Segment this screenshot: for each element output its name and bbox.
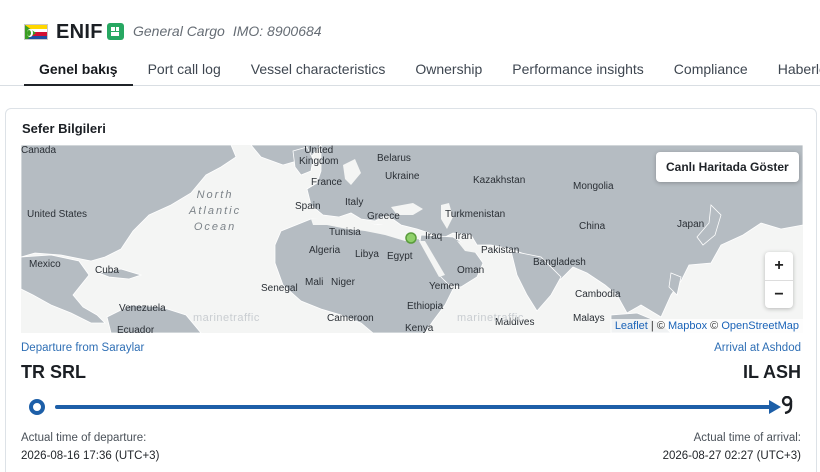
map-label-libya: Libya bbox=[355, 249, 379, 260]
map-label-cameroon: Cameroon bbox=[327, 313, 374, 324]
progress-arrow-icon bbox=[769, 400, 781, 414]
map-label-iraq: Iraq bbox=[425, 231, 443, 242]
map-label-bangladesh: Bangladesh bbox=[533, 257, 586, 268]
map-label-united-kingdom: United Kingdom bbox=[299, 145, 339, 167]
map-label-china: China bbox=[579, 221, 606, 232]
map-label-greece: Greece bbox=[367, 211, 400, 222]
vessel-header: ENIF General Cargo IMO: 8900684 Genel bak… bbox=[0, 0, 820, 86]
map-attribution: Leaflet | © Mapbox © OpenStreetMap bbox=[610, 319, 803, 333]
tab-compliance[interactable]: Compliance bbox=[659, 53, 763, 86]
tab-ownership[interactable]: Ownership bbox=[400, 53, 497, 86]
map-label-turkmenistan: Turkmenistan bbox=[445, 209, 506, 220]
map-label-niger: Niger bbox=[331, 277, 355, 288]
map-label-cambodia: Cambodia bbox=[575, 289, 621, 300]
map-label-cuba: Cuba bbox=[95, 265, 119, 276]
departure-port-code: TR SRL bbox=[21, 362, 86, 382]
arrival-time: 2026-08-27 02:27 (UTC+3) bbox=[662, 450, 801, 462]
voyage-progress-bar bbox=[27, 396, 797, 418]
map-label-japan: Japan bbox=[677, 219, 705, 230]
map-label-kenya: Kenya bbox=[405, 323, 434, 333]
map-label-ukraine: Ukraine bbox=[385, 171, 420, 182]
map-label-venezuela: Venezuela bbox=[119, 303, 166, 314]
openstreetmap-link[interactable]: OpenStreetMap bbox=[721, 320, 799, 332]
zoom-in-button[interactable]: + bbox=[765, 252, 793, 280]
general-cargo-icon bbox=[107, 23, 124, 40]
map-label-italy: Italy bbox=[345, 197, 364, 208]
tab-overview[interactable]: Genel bakış bbox=[24, 53, 133, 86]
map-label-mexico: Mexico bbox=[29, 259, 61, 270]
map-label-pakistan: Pakistan bbox=[481, 245, 520, 256]
map-label-ethiopia: Ethiopia bbox=[407, 301, 444, 312]
map-label-senegal: Senegal bbox=[261, 283, 298, 294]
tab-news[interactable]: Haberlerde bbox=[763, 53, 820, 86]
marinetraffic-watermark: marinetraffic bbox=[193, 312, 260, 324]
map-label-ecuador: Ecuador bbox=[117, 325, 155, 333]
progress-fill bbox=[55, 405, 775, 409]
arrival-time-label: Actual time of arrival: bbox=[693, 432, 801, 444]
card-title: Sefer Bilgileri bbox=[22, 121, 106, 136]
arrival-port-code: IL ASH bbox=[742, 362, 801, 382]
arrival-port-link[interactable]: Arrival at Ashdod bbox=[714, 342, 801, 354]
map-label-oman: Oman bbox=[457, 265, 485, 276]
map-label-north-atlantic-ocean: North Atlantic Ocean bbox=[189, 189, 242, 233]
map-label-egypt: Egypt bbox=[387, 251, 413, 262]
departure-point-icon bbox=[29, 399, 45, 415]
marinetraffic-watermark-2: marinetraffic bbox=[457, 312, 524, 324]
tab-bar: Genel bakış Port call log Vessel charact… bbox=[24, 53, 820, 86]
comoros-flag-icon bbox=[24, 24, 48, 40]
map-label-malaysia: Malays bbox=[573, 313, 605, 324]
tab-vessel-characteristics[interactable]: Vessel characteristics bbox=[236, 53, 401, 86]
map-label-kazakhstan: Kazakhstan bbox=[473, 175, 526, 186]
map-label-spain: Spain bbox=[295, 201, 321, 212]
map-label-algeria: Algeria bbox=[309, 245, 341, 256]
map-label-canada: Canada bbox=[21, 145, 57, 156]
vessel-imo: IMO: 8900684 bbox=[232, 23, 322, 39]
tab-port-call-log[interactable]: Port call log bbox=[133, 53, 236, 86]
departure-time: 2026-08-16 17:36 (UTC+3) bbox=[21, 450, 160, 462]
destination-flag-icon bbox=[781, 396, 793, 414]
zoom-control: + − bbox=[765, 252, 793, 308]
map-label-mali: Mali bbox=[305, 277, 324, 288]
zoom-out-button[interactable]: − bbox=[765, 280, 793, 308]
mapbox-link[interactable]: Mapbox bbox=[668, 320, 707, 332]
vessel-name: ENIF bbox=[56, 21, 103, 43]
leaflet-link[interactable]: Leaflet bbox=[615, 320, 648, 332]
map-label-yemen: Yemen bbox=[429, 281, 460, 292]
vessel-meta: General Cargo IMO: 8900684 bbox=[133, 23, 322, 39]
map-label-france: France bbox=[311, 177, 343, 188]
tab-performance-insights[interactable]: Performance insights bbox=[497, 53, 659, 86]
map-label-united-states: United States bbox=[27, 209, 88, 220]
show-live-map-button[interactable]: Canlı Haritada Göster bbox=[656, 152, 799, 182]
voyage-info-card: Sefer Bilgileri Canada United Kingdom Be… bbox=[5, 108, 817, 472]
voyage-map[interactable]: Canada United Kingdom Belarus Ukraine Fra… bbox=[21, 145, 803, 333]
progress-track bbox=[55, 405, 775, 409]
map-label-iran: Iran bbox=[455, 231, 473, 242]
departure-port-link[interactable]: Departure from Saraylar bbox=[21, 342, 144, 354]
vessel-type: General Cargo bbox=[133, 23, 225, 39]
map-label-belarus: Belarus bbox=[377, 153, 411, 164]
map-label-mongolia: Mongolia bbox=[573, 181, 614, 192]
vessel-position-marker bbox=[405, 232, 417, 244]
map-label-tunisia: Tunisia bbox=[329, 227, 361, 238]
departure-time-label: Actual time of departure: bbox=[21, 432, 147, 444]
